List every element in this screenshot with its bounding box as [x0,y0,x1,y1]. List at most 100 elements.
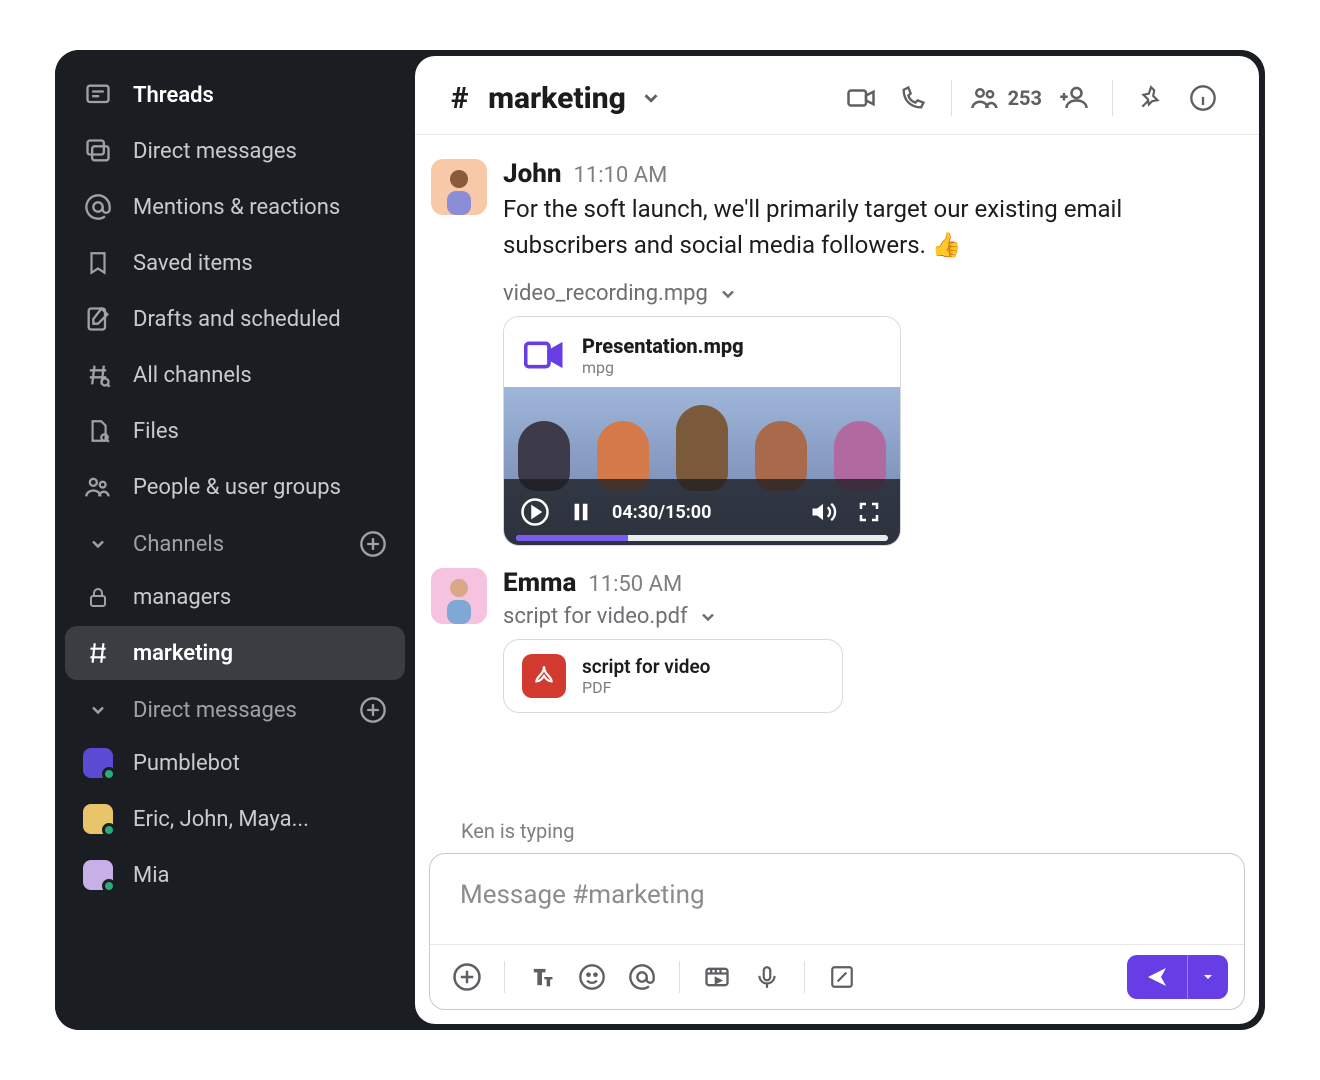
message-input[interactable]: Message #marketing [430,854,1244,944]
attachment-label[interactable]: video_recording.mpg [503,281,1223,306]
nav-all-channels[interactable]: All channels [65,348,405,402]
avatar [83,804,113,834]
chevron-down-icon [83,700,113,720]
pause-button[interactable] [566,497,596,527]
section-label: Direct messages [133,698,339,723]
video-time: 04:30/15:00 [612,502,711,523]
nav-direct-messages[interactable]: Direct messages [65,124,405,178]
draft-icon [83,304,113,334]
video-file-icon [522,333,566,377]
nav-label: Threads [133,83,214,108]
attachment-filename: video_recording.mpg [503,281,708,306]
attachment-filename: script for video.pdf [503,604,688,629]
nav-people[interactable]: People & user groups [65,460,405,514]
attachment-subtype: mpg [582,358,744,377]
chevron-down-icon [718,284,738,304]
channel-title[interactable]: # marketing [451,81,662,116]
add-member-button[interactable] [1054,78,1094,118]
channel-name: marketing [488,81,626,116]
separator [951,80,952,116]
nav-label: Saved items [133,251,253,276]
nav-threads[interactable]: Threads [65,68,405,122]
dm-pumblebot[interactable]: Pumblebot [65,736,405,790]
nav-mentions[interactable]: Mentions & reactions [65,180,405,234]
presence-indicator [102,767,116,781]
avatar [83,748,113,778]
nav-label: All channels [133,363,252,388]
channel-view: # marketing 253 [415,56,1259,1024]
avatar[interactable] [431,159,487,215]
nav-saved[interactable]: Saved items [65,236,405,290]
pdf-icon [522,654,566,698]
message-list: John 11:10 AM For the soft launch, we'll… [415,135,1259,817]
presence-indicator [102,879,116,893]
dm-section-header[interactable]: Direct messages [65,682,405,734]
channel-header: # marketing 253 [415,56,1259,135]
dm-group[interactable]: Eric, John, Maya... [65,792,405,846]
chevron-down-icon [698,607,718,627]
avatar [83,860,113,890]
chevron-down-icon [640,87,662,109]
fullscreen-button[interactable] [854,497,884,527]
record-audio-button[interactable] [746,956,788,998]
audio-call-button[interactable] [893,78,933,118]
dm-label: Eric, John, Maya... [133,807,309,832]
message-author[interactable]: John [503,159,561,189]
nav-label: Mentions & reactions [133,195,340,220]
video-thumbnail[interactable]: 04:30/15:00 [504,387,900,545]
attachment-subtype: PDF [582,678,710,697]
info-button[interactable] [1183,78,1223,118]
message-text: For the soft launch, we'll primarily tar… [503,191,1223,263]
record-video-button[interactable] [696,956,738,998]
attachment-label[interactable]: script for video.pdf [503,604,1223,629]
nav-files[interactable]: Files [65,404,405,458]
channel-managers[interactable]: managers [65,570,405,624]
dm-icon [83,136,113,166]
channels-section-header[interactable]: Channels [65,516,405,568]
nav-label: Drafts and scheduled [133,307,341,332]
app-window: Threads Direct messages Mentions & react… [55,50,1265,1030]
dm-mia[interactable]: Mia [65,848,405,902]
nav-drafts[interactable]: Drafts and scheduled [65,292,405,346]
hash-icon [83,638,113,668]
video-call-button[interactable] [841,78,881,118]
separator [679,961,680,993]
avatar[interactable] [431,568,487,624]
separator [504,961,505,993]
presence-indicator [102,823,116,837]
add-dm-button[interactable] [359,696,387,724]
dm-label: Pumblebot [133,751,240,776]
message-author[interactable]: Emma [503,568,576,598]
attachment-title: script for video [582,655,710,678]
message: Emma 11:50 AM script for video.pdf scrip… [431,564,1223,731]
lock-icon [83,582,113,612]
composer-toolbar [430,944,1244,1009]
shortcut-button[interactable] [821,956,863,998]
chevron-down-icon [83,534,113,554]
channel-label: marketing [133,641,233,666]
separator [1112,80,1113,116]
nav-label: Files [133,419,179,444]
channel-marketing[interactable]: marketing [65,626,405,680]
at-icon [83,192,113,222]
send-button[interactable] [1127,955,1228,999]
emoji-button[interactable] [571,956,613,998]
typing-indicator: Ken is typing [415,817,1259,853]
people-icon [83,472,113,502]
attach-button[interactable] [446,956,488,998]
play-button[interactable] [520,497,550,527]
volume-button[interactable] [808,497,838,527]
nav-label: People & user groups [133,475,341,500]
video-progress[interactable] [516,535,888,541]
add-channel-button[interactable] [359,530,387,558]
send-options-button[interactable] [1187,955,1228,999]
video-attachment-card[interactable]: Presentation.mpg mpg [503,316,901,546]
pin-button[interactable] [1131,78,1171,118]
threads-icon [83,80,113,110]
format-button[interactable] [521,956,563,998]
member-count[interactable]: 253 [970,83,1042,113]
bookmark-icon [83,248,113,278]
send-icon[interactable] [1127,955,1187,999]
mention-button[interactable] [621,956,663,998]
pdf-attachment-card[interactable]: script for video PDF [503,639,843,713]
